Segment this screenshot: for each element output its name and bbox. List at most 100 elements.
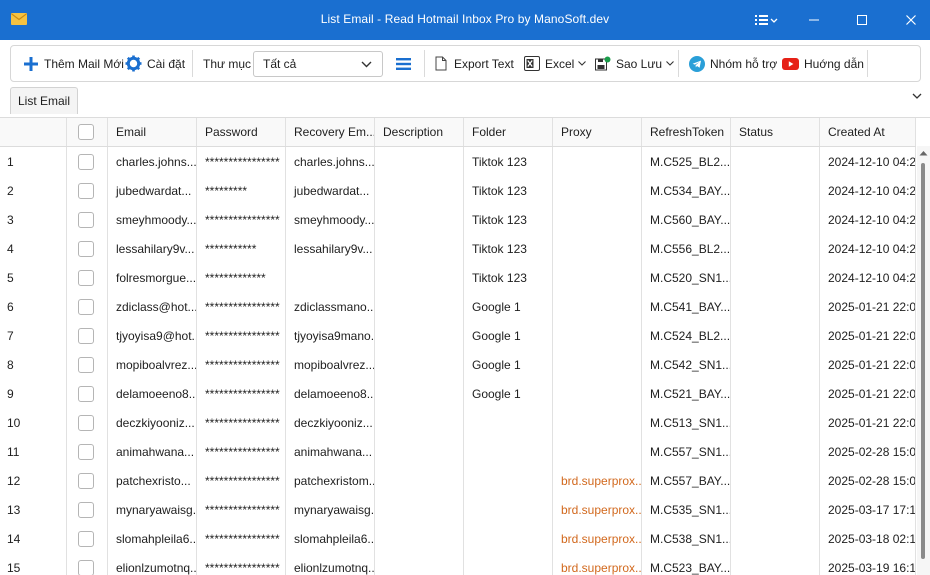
add-mail-label: Thêm Mail Mới [44, 57, 124, 71]
table-row[interactable]: 8mopiboalvrez...****************mopiboal… [0, 350, 916, 380]
table-row[interactable]: 12patchexristo...****************patchex… [0, 466, 916, 496]
row-checkbox-cell[interactable] [67, 408, 108, 437]
cell-password: **************** [197, 205, 286, 234]
cell-refresh-token: M.C542_SN1... [642, 350, 731, 379]
row-checkbox[interactable] [78, 415, 94, 431]
table-row[interactable]: 9delamoeeno8...****************delamoeen… [0, 379, 916, 409]
table-row[interactable]: 1charles.johns...****************charles… [0, 147, 916, 177]
scrollbar-thumb[interactable] [921, 163, 925, 559]
row-number: 1 [0, 147, 67, 176]
row-checkbox[interactable] [78, 473, 94, 489]
table-row[interactable]: 6zdiclass@hot...****************zdiclass… [0, 292, 916, 322]
close-icon[interactable] [898, 7, 924, 33]
menu-list-icon[interactable] [751, 7, 781, 33]
row-checkbox[interactable] [78, 328, 94, 344]
row-checkbox-cell[interactable] [67, 553, 108, 575]
row-checkbox-cell[interactable] [67, 379, 108, 408]
table-row[interactable]: 7tjyoyisa9@hot...****************tjyoyis… [0, 321, 916, 351]
column-header-proxy[interactable]: Proxy [553, 118, 642, 146]
row-checkbox-cell[interactable] [67, 466, 108, 495]
column-header-recovery-email[interactable]: Recovery Em... [286, 118, 375, 146]
table-row[interactable]: 2jubedwardat...*********jubedwardat...Ti… [0, 176, 916, 206]
column-header-refresh-token[interactable]: RefreshToken [642, 118, 731, 146]
hamburger-icon [396, 57, 411, 71]
cell-description [375, 292, 464, 321]
row-number: 15 [0, 553, 67, 575]
cell-email: charles.johns... [108, 147, 197, 176]
column-header-created-at[interactable]: Created At [820, 118, 916, 146]
folder-label: Thư mục [203, 46, 251, 81]
settings-button[interactable]: Cài đặt [125, 46, 185, 81]
row-checkbox[interactable] [78, 270, 94, 286]
cell-folder: Google 1 [464, 350, 553, 379]
cell-folder [464, 495, 553, 524]
column-header-folder[interactable]: Folder [464, 118, 553, 146]
table-row[interactable]: 15elionlzumotnq...****************elionl… [0, 553, 916, 575]
cell-proxy [553, 147, 642, 176]
table-row[interactable]: 4lessahilary9v...***********lessahilary9… [0, 234, 916, 264]
table-row[interactable]: 11animahwana...****************animahwan… [0, 437, 916, 467]
row-checkbox-cell[interactable] [67, 176, 108, 205]
minimize-icon[interactable] [801, 7, 827, 33]
row-checkbox-cell[interactable] [67, 205, 108, 234]
row-checkbox[interactable] [78, 212, 94, 228]
table-row[interactable]: 5folresmorgue...*************Tiktok 123M… [0, 263, 916, 293]
column-header-description[interactable]: Description [375, 118, 464, 146]
select-all-checkbox[interactable] [78, 124, 94, 140]
scroll-up-icon[interactable] [919, 150, 928, 156]
row-checkbox-cell[interactable] [67, 437, 108, 466]
row-checkbox-cell[interactable] [67, 147, 108, 176]
row-checkbox[interactable] [78, 444, 94, 460]
row-checkbox[interactable] [78, 531, 94, 547]
row-checkbox-cell[interactable] [67, 495, 108, 524]
support-group-button[interactable]: Nhóm hỗ trợ [689, 46, 777, 81]
row-checkbox[interactable] [78, 560, 94, 575]
row-checkbox[interactable] [78, 386, 94, 402]
columns-menu-button[interactable] [396, 46, 411, 81]
tab-list-email[interactable]: List Email [10, 87, 78, 114]
guide-button[interactable]: Huớng dẫn [782, 46, 864, 81]
row-checkbox[interactable] [78, 183, 94, 199]
row-checkbox-cell[interactable] [67, 350, 108, 379]
table-row[interactable]: 13mynaryawaisg...****************mynarya… [0, 495, 916, 525]
cell-status [731, 553, 820, 575]
table-row[interactable]: 3smeyhmoody...****************smeyhmoody… [0, 205, 916, 235]
cell-proxy [553, 292, 642, 321]
maximize-icon[interactable] [849, 7, 875, 33]
cell-created-at: 2025-01-21 22:0... [820, 321, 916, 350]
row-checkbox-cell[interactable] [67, 321, 108, 350]
add-mail-button[interactable]: Thêm Mail Mới [23, 46, 124, 81]
table-row[interactable]: 10deczkiyooniz...****************deczkiy… [0, 408, 916, 438]
row-checkbox[interactable] [78, 299, 94, 315]
row-number: 5 [0, 263, 67, 292]
export-text-button[interactable]: Export Text [435, 46, 514, 81]
toolbar-divider [678, 50, 679, 77]
chevron-down-icon[interactable] [912, 93, 922, 99]
row-checkbox-cell[interactable] [67, 524, 108, 553]
cell-email: deczkiyooniz... [108, 408, 197, 437]
backup-button[interactable]: Sao Lưu [595, 46, 674, 81]
column-header-password[interactable]: Password [197, 118, 286, 146]
row-checkbox[interactable] [78, 241, 94, 257]
column-header-status[interactable]: Status [731, 118, 820, 146]
cell-refresh-token: M.C513_SN1... [642, 408, 731, 437]
row-checkbox-cell[interactable] [67, 234, 108, 263]
row-checkbox-cell[interactable] [67, 292, 108, 321]
row-checkbox[interactable] [78, 154, 94, 170]
cell-folder [464, 466, 553, 495]
table-row[interactable]: 14slomahpleila6...****************slomah… [0, 524, 916, 554]
cell-refresh-token: M.C538_SN1... [642, 524, 731, 553]
vertical-scrollbar[interactable] [917, 146, 930, 575]
column-header-email[interactable]: Email [108, 118, 197, 146]
header-select-all[interactable] [67, 118, 108, 146]
row-checkbox-cell[interactable] [67, 263, 108, 292]
folder-select[interactable]: Tất cả [253, 51, 383, 77]
cell-description [375, 495, 464, 524]
row-checkbox[interactable] [78, 502, 94, 518]
cell-recovery-email: patchexristom... [286, 466, 375, 495]
window-title: List Email - Read Hotmail Inbox Pro by M… [0, 12, 930, 26]
excel-button[interactable]: Excel [524, 46, 586, 81]
settings-label: Cài đặt [147, 57, 185, 71]
cell-email: zdiclass@hot... [108, 292, 197, 321]
row-checkbox[interactable] [78, 357, 94, 373]
